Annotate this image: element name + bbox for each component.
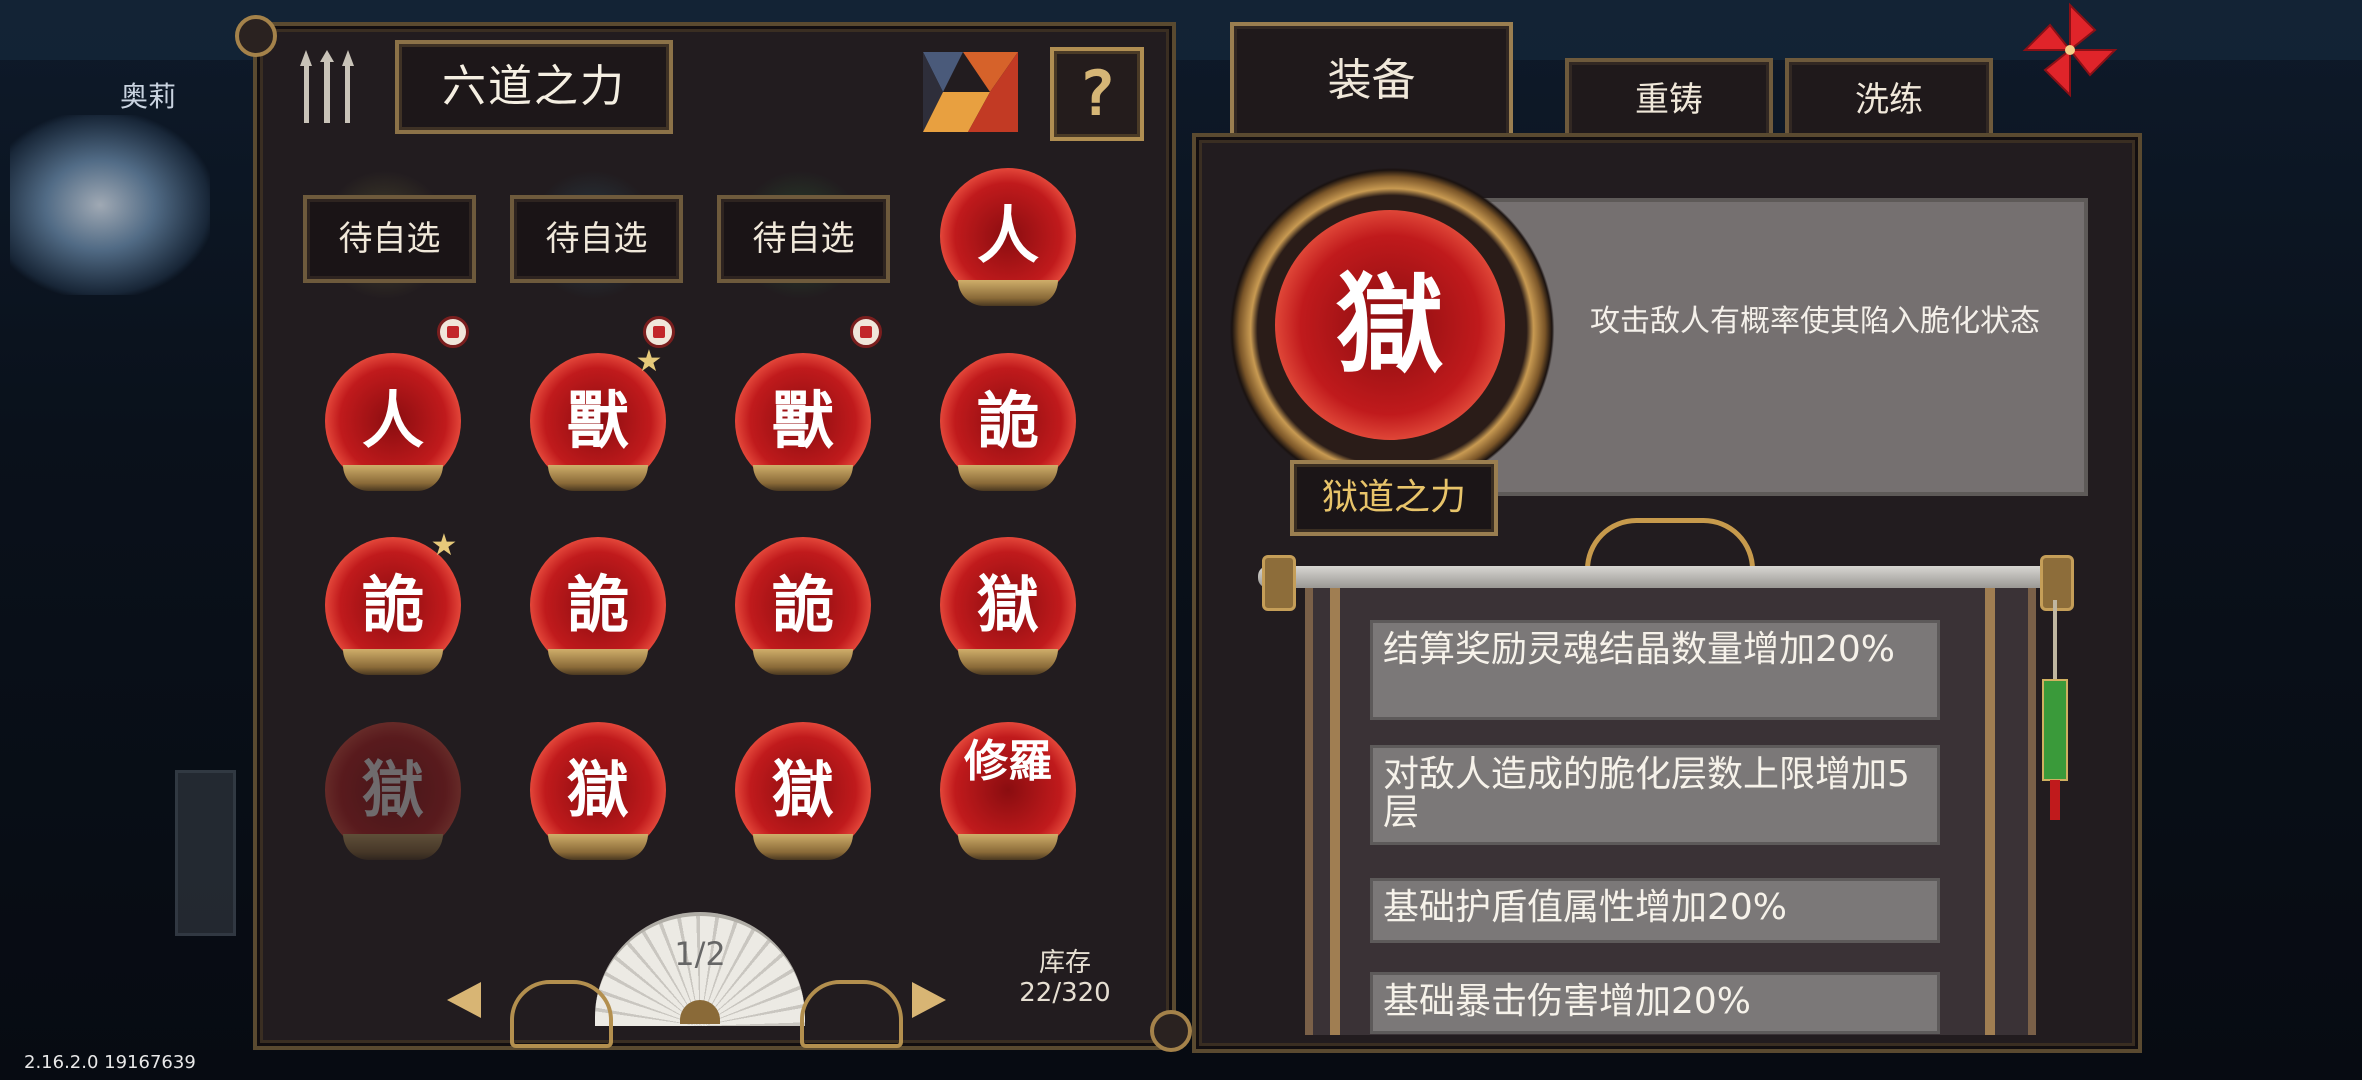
pending-slot-2[interactable]: 待自选 [510,195,683,283]
orb-glyph: 修羅 [964,736,1052,787]
orb-item[interactable]: 獄 [530,722,666,860]
stock-value: 22/320 [1019,978,1111,1008]
orb-glyph: 詭 [976,384,1039,457]
corner-ornament [1150,1010,1192,1052]
scroll-rod [1258,566,2068,588]
orb-glyph: 人 [976,199,1039,272]
trident-icon[interactable] [292,50,362,125]
orb-glyph: 詭 [771,568,834,641]
next-page-arrow-icon[interactable] [912,982,946,1018]
selected-power-name: 狱道之力 [1290,460,1498,536]
fan-ornament [510,980,613,1048]
orb-item[interactable]: 詭 [940,353,1076,491]
prev-page-arrow-icon[interactable] [447,982,481,1018]
stock-label: 库存 [1038,948,1091,978]
version-label: 2.16.2.0 19167639 [24,1052,196,1073]
help-button[interactable]: ? [1050,47,1144,141]
character-sprite [10,115,210,295]
orb-item[interactable]: 詭 ★ [325,531,461,675]
orb-glyph: 獄 [771,753,834,826]
lock-icon [850,316,882,348]
character-name: 奥莉 [120,80,177,113]
star-icon: ★ [430,528,458,563]
background-prop [175,770,236,936]
orb-glyph: 獄 [566,753,629,826]
orb-glyph: 詭 [566,568,629,641]
pending-slot-3[interactable]: 待自选 [717,195,890,283]
attribute-line-4: 基础暴击伤害增加20% [1370,972,1940,1034]
attribute-line-1: 结算奖励灵魂结晶数量增加20% [1370,620,1940,720]
scroll-edge [1330,585,1340,1035]
orb-glyph: 獄 [361,753,424,826]
corner-ornament [235,15,277,57]
orb-item[interactable]: 詭 [735,537,871,675]
tab-equip[interactable]: 装备 [1230,22,1513,140]
lock-icon [437,316,469,348]
title-tab: 六道之力 [395,40,673,134]
tab-refine[interactable]: 洗练 [1785,58,1993,142]
orb-item[interactable]: 修羅 [940,722,1076,860]
orb-item[interactable]: 獄 [735,722,871,860]
equipped-orb[interactable]: 人 [940,168,1076,306]
tassel-ornament [2042,600,2068,820]
pending-slot-1[interactable]: 待自选 [303,195,476,283]
orb-glyph: 人 [361,384,424,457]
page-indicator: 1/2 [674,935,726,973]
scroll-edge [1985,585,1995,1035]
tangram-icon[interactable] [923,52,1018,132]
selected-orb-glyph: 獄 [1335,262,1444,388]
orb-item[interactable]: 詭 [530,537,666,675]
orb-glyph: 獸 [771,384,834,457]
orb-item[interactable]: 獄 [940,537,1076,675]
orb-item[interactable]: 獸 [735,353,871,491]
scroll-cap [1262,555,1296,611]
star-icon: ★ [635,344,663,379]
orb-glyph: 獄 [976,568,1039,641]
tab-recast[interactable]: 重铸 [1565,58,1773,142]
pinwheel-icon[interactable] [2020,0,2120,100]
attribute-line-2: 对敌人造成的脆化层数上限增加5层 [1370,745,1940,845]
attribute-line-3: 基础护盾值属性增加20% [1370,878,1940,943]
fan-ornament [800,980,903,1048]
orb-item[interactable]: 獸 ★ [530,347,666,491]
power-description: 攻击敌人有概率使其陷入脆化状态 [1590,304,2040,339]
panel-title: 六道之力 [442,61,626,112]
orb-item[interactable]: 獄 [325,722,461,860]
orb-item[interactable]: 人 [325,353,461,491]
